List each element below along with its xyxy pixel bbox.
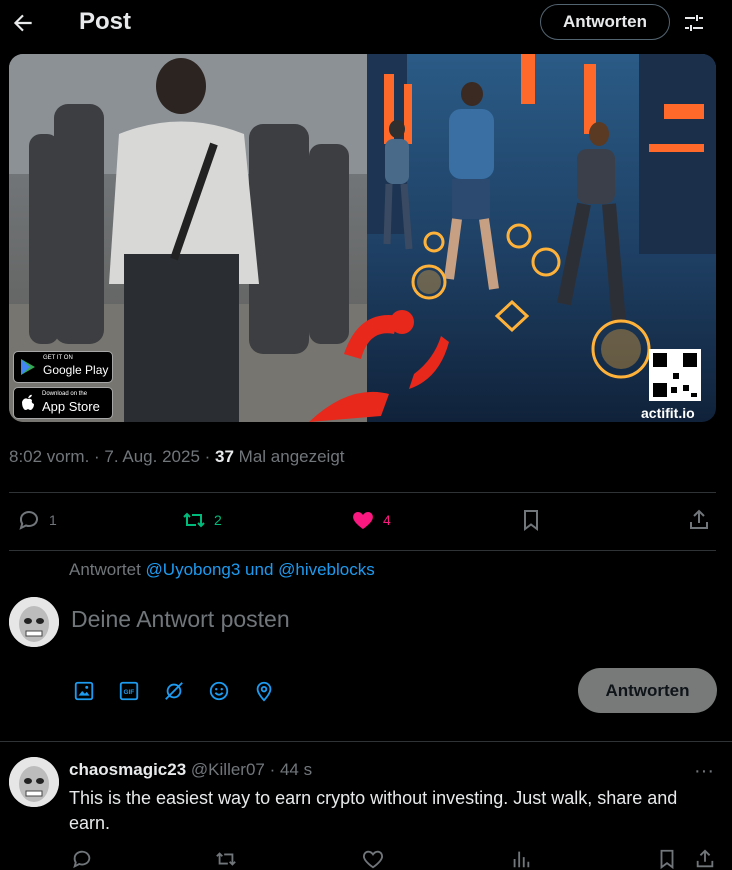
image-icon[interactable] xyxy=(73,680,95,702)
location-icon[interactable] xyxy=(253,680,275,702)
reply-count: 1 xyxy=(49,512,57,528)
more-options-icon[interactable]: ··· xyxy=(694,760,714,783)
app-store-label: App Store xyxy=(42,399,100,414)
bookmark-icon xyxy=(524,510,538,531)
post-time: 8:02 vorm. · 7. Aug. 2025 · xyxy=(9,447,211,466)
apple-icon xyxy=(22,394,34,410)
repost-icon xyxy=(183,512,205,528)
heart-icon xyxy=(353,512,373,529)
grok-icon[interactable] xyxy=(163,680,185,702)
like-action[interactable]: 4 xyxy=(351,508,391,532)
avatar[interactable] xyxy=(9,597,59,647)
google-play-badge[interactable]: GET IT ON Google Play xyxy=(13,351,113,383)
reply-input[interactable]: Deine Antwort posten xyxy=(71,606,290,633)
avatar-image xyxy=(9,757,59,807)
reply-text: This is the easiest way to earn crypto w… xyxy=(69,788,678,833)
reply-author: chaosmagic23 @Killer07 · 44 s xyxy=(69,760,312,780)
app-store-badge[interactable]: Download on the App Store xyxy=(13,387,113,419)
comment-icon xyxy=(19,511,38,530)
reply-avatar[interactable] xyxy=(9,757,59,807)
avatar-image xyxy=(9,597,59,647)
view-count: 37 xyxy=(215,447,234,466)
share-icon[interactable] xyxy=(694,848,716,870)
reply-button-top[interactable]: Antworten xyxy=(540,4,670,40)
post-image[interactable]: GET IT ON Google Play Download on the Ap… xyxy=(9,54,716,422)
google-play-small: GET IT ON xyxy=(43,355,73,361)
views-icon[interactable] xyxy=(510,848,532,870)
settings-sliders-icon[interactable] xyxy=(682,11,706,35)
heart-icon[interactable] xyxy=(362,848,384,870)
post-timestamp: 8:02 vorm. · 7. Aug. 2025 · 37 Mal angez… xyxy=(9,447,345,467)
like-count: 4 xyxy=(383,512,391,528)
bookmark-icon[interactable] xyxy=(656,848,678,870)
divider xyxy=(9,550,716,551)
image-illustration xyxy=(9,54,716,422)
share-icon xyxy=(690,509,708,529)
bookmark-action[interactable] xyxy=(519,508,551,532)
google-play-icon xyxy=(21,359,35,375)
divider xyxy=(9,492,716,493)
gif-icon[interactable]: GIF xyxy=(118,680,140,702)
watermark: actifit.io xyxy=(641,405,695,421)
page-title: Post xyxy=(79,8,132,35)
reply-author-name[interactable]: chaosmagic23 xyxy=(69,760,186,779)
google-play-label: Google Play xyxy=(43,363,109,377)
comment-icon[interactable] xyxy=(71,848,93,870)
reply-action[interactable]: 1 xyxy=(17,508,57,532)
reply-author-meta: @Killer07 · 44 s xyxy=(190,760,313,779)
emoji-icon[interactable] xyxy=(208,680,230,702)
view-label: Mal angezeigt xyxy=(238,447,345,466)
submit-reply-button[interactable]: Antworten xyxy=(578,668,717,713)
repost-count: 2 xyxy=(214,512,222,528)
divider xyxy=(0,741,732,742)
repost-icon[interactable] xyxy=(215,848,237,870)
back-arrow-icon[interactable] xyxy=(10,10,36,36)
replying-to: Antwortet @Uyobong3 und @hiveblocks xyxy=(69,560,375,580)
repost-action[interactable]: 2 xyxy=(182,508,222,532)
share-action[interactable] xyxy=(687,508,719,532)
svg-text:GIF: GIF xyxy=(124,689,135,696)
replying-prefix: Antwortet xyxy=(69,560,141,579)
replying-users-link[interactable]: @Uyobong3 und @hiveblocks xyxy=(146,560,375,579)
app-store-small: Download on the xyxy=(42,391,88,397)
top-bar: Post Antworten xyxy=(0,0,732,46)
